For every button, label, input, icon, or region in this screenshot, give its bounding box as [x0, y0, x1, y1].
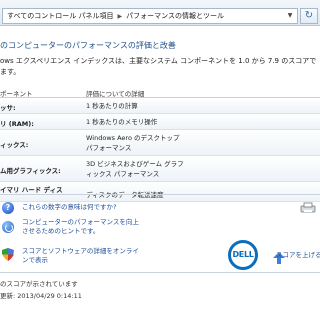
- performance-tips-icon[interactable]: [2, 221, 14, 233]
- online-details-line-2[interactable]: ンで表示: [22, 256, 139, 265]
- header-detail: 評価についての詳細: [86, 90, 145, 98]
- row-label-primary-disk: イマリ ハード ディス: [0, 186, 63, 194]
- breadcrumb-separator-icon[interactable]: ▶: [117, 13, 122, 20]
- breadcrumb-performance-info-tools[interactable]: パフォーマンスの情報とツール: [126, 11, 224, 21]
- printer-icon[interactable]: [300, 202, 316, 213]
- address-bar-area: すべてのコントロール パネル項目 ▶ パフォーマンスの情報とツール ▼ ↻: [0, 0, 320, 26]
- address-bar[interactable]: すべてのコントロール パネル項目 ▶ パフォーマンスの情報とツール ▼: [2, 8, 298, 24]
- description-line-2: ます。: [0, 68, 21, 76]
- row-label-processor: ッサ:: [0, 104, 16, 112]
- improve-tips-line-2[interactable]: させるためのヒントです。: [22, 227, 139, 236]
- section-divider: [0, 194, 320, 195]
- raise-score-link[interactable]: スコアを上げる方法: [276, 251, 320, 260]
- footer-divider: [0, 272, 320, 273]
- score-status-text: のスコアが示されています: [0, 280, 78, 288]
- table-row: リ (RAM): 1 秒あたりのメモリ操作: [0, 114, 320, 130]
- help-question-icon[interactable]: ?: [2, 202, 14, 214]
- score-meaning-link[interactable]: これらの数字の意味は何ですか?: [22, 203, 116, 212]
- row-label-memory: リ (RAM):: [0, 120, 34, 128]
- table-row: ム用グラフィックス: 3D ビジネスおよびゲーム グラフィックス パフォーマンス: [0, 156, 320, 182]
- online-details-line-1[interactable]: スコアとソフトウェアの詳細をオンライ: [22, 247, 139, 256]
- row-detail-gaming-graphics: 3D ビジネスおよびゲーム グラフィックス パフォーマンス: [86, 160, 184, 178]
- address-dropdown-icon[interactable]: ▼: [285, 11, 295, 21]
- security-shield-icon: [2, 248, 14, 261]
- page-title: のコンピューターのパフォーマンスの評価と改善: [0, 41, 176, 50]
- refresh-icon[interactable]: ↻: [300, 8, 318, 24]
- online-details-link[interactable]: スコアとソフトウェアの詳細をオンライ ンで表示: [22, 247, 139, 265]
- dell-logo[interactable]: DELL: [228, 240, 258, 270]
- improve-tips-link[interactable]: コンピューターのパフォーマンスを向上 させるためのヒントです。: [22, 218, 139, 236]
- row-label-graphics: ィックス:: [0, 141, 29, 149]
- component-score-table: ポーネント 評価についての詳細 ッサ: 1 秒あたりの計算 リ (RAM): 1…: [0, 86, 320, 202]
- row-detail-processor: 1 秒あたりの計算: [86, 102, 138, 110]
- row-detail-memory: 1 秒あたりのメモリ操作: [86, 118, 158, 126]
- table-row: ィックス: Windows Aero のデスクトップ パフォーマンス: [0, 130, 320, 156]
- row-label-gaming-graphics: ム用グラフィックス:: [0, 167, 61, 175]
- last-updated-text: 更新: 2013/04/29 0:14:11: [0, 292, 82, 300]
- table-row: イマリ ハード ディス ディスクのデータ転送速度: [0, 182, 320, 202]
- row-detail-primary-disk: ディスクのデータ転送速度: [86, 191, 164, 199]
- header-component: ポーネント: [0, 90, 33, 98]
- improve-tips-line-1[interactable]: コンピューターのパフォーマンスを向上: [22, 218, 139, 227]
- page-description: ows エクスペリエンス インデックスは、主要なシステム コンポーネントを 1.…: [0, 56, 316, 78]
- description-line-1: ows エクスペリエンス インデックスは、主要なシステム コンポーネントを 1.…: [0, 57, 317, 65]
- table-row: ッサ: 1 秒あたりの計算: [0, 98, 320, 114]
- breadcrumb-all-control-panel-items[interactable]: すべてのコントロール パネル項目: [7, 11, 113, 21]
- row-detail-graphics: Windows Aero のデスクトップ パフォーマンス: [86, 134, 180, 152]
- table-header: ポーネント 評価についての詳細: [0, 86, 320, 98]
